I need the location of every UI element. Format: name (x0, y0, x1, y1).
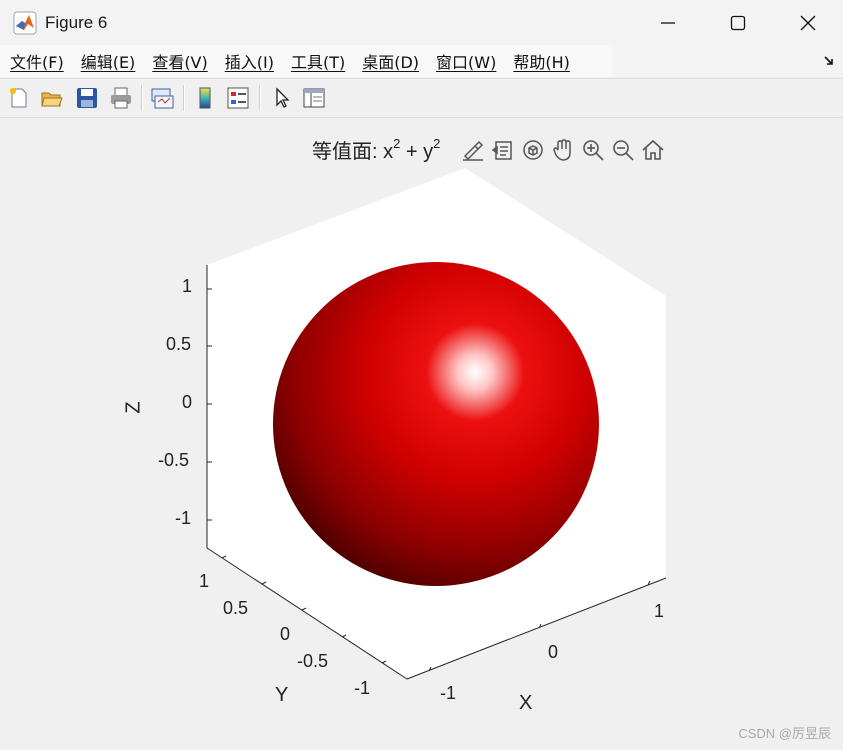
x-tick-label: 1 (654, 601, 665, 621)
z-tick-label: 1 (182, 276, 193, 296)
z-tick-label: 0 (182, 392, 193, 412)
x-axis-label: X (519, 692, 533, 714)
y-tick-label: 1 (199, 571, 210, 591)
x-tick-label: 0 (548, 642, 559, 662)
plot-canvas[interactable] (0, 0, 843, 750)
y-tick-label: -0.5 (297, 651, 329, 671)
z-axis-label: Z (122, 401, 145, 414)
z-tick-label: -0.5 (158, 450, 190, 470)
y-axis-label: Y (275, 684, 289, 706)
z-tick-label: 0.5 (166, 334, 192, 354)
watermark: CSDN @厉昱辰 (738, 726, 831, 741)
z-tick-label: -1 (175, 508, 192, 528)
y-tick-label: -1 (354, 678, 371, 698)
x-tick-label: -1 (440, 683, 457, 703)
y-tick-label: 0 (280, 624, 291, 644)
y-tick-label: 0.5 (223, 598, 249, 618)
isosurface-sphere (273, 262, 599, 586)
